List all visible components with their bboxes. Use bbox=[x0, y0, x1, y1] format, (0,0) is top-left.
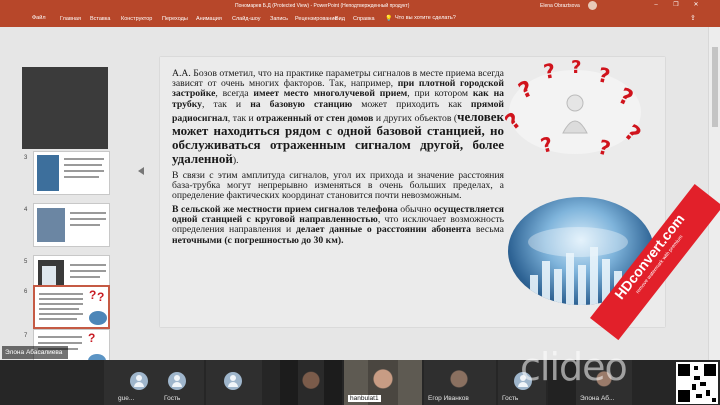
previous-slide-icon[interactable] bbox=[138, 167, 144, 175]
tab-review[interactable]: Рецензирование bbox=[295, 16, 337, 22]
thumb-number: 6 bbox=[24, 289, 28, 295]
user-avatar-icon bbox=[130, 372, 148, 390]
tab-view[interactable]: Вид bbox=[335, 16, 345, 22]
tab-help[interactable]: Справка bbox=[353, 16, 375, 22]
share-icon[interactable]: ⇪ bbox=[690, 14, 696, 22]
participant-video[interactable]: Егор Иванков bbox=[424, 360, 496, 405]
tab-home[interactable]: Главная bbox=[60, 16, 81, 22]
slide-thumbnails-pane[interactable]: 3 4 5 6 ? ? 7 ? bbox=[0, 27, 112, 373]
thumbnail-slide-3[interactable] bbox=[33, 151, 110, 195]
slide-paragraph-3: В сельской же местности прием сигналов т… bbox=[172, 204, 504, 246]
thumb-number: 5 bbox=[24, 259, 28, 265]
tab-file[interactable]: Файл bbox=[32, 15, 46, 21]
text-run: ). bbox=[232, 155, 239, 167]
tab-design[interactable]: Конструктор bbox=[121, 16, 152, 22]
account-name[interactable]: Elena Obraztsova bbox=[540, 3, 580, 9]
question-marks-image: ? ? ? ? ? ? ? ? ? bbox=[505, 57, 645, 157]
thumb-number: 3 bbox=[24, 155, 28, 161]
close-icon[interactable]: ✕ bbox=[692, 2, 700, 9]
window-title: Пономарев Б.Д (Protected View) - PowerPo… bbox=[235, 3, 410, 9]
text-run: , так и bbox=[202, 98, 251, 110]
text-run: может приходить как bbox=[352, 98, 471, 110]
ribbon-tabs: Файл Главная Вставка Конструктор Переход… bbox=[0, 11, 720, 27]
qr-code-icon bbox=[676, 362, 718, 404]
thumb-number: 7 bbox=[24, 333, 28, 339]
clideo-watermark: clideo bbox=[520, 345, 628, 389]
participant-tile[interactable] bbox=[206, 360, 262, 405]
current-slide[interactable]: А.А. Бозов отметил, что на практике пара… bbox=[160, 57, 665, 327]
thumb-number: 4 bbox=[24, 207, 28, 213]
participant-video[interactable] bbox=[280, 360, 342, 405]
svg-text:?: ? bbox=[571, 57, 581, 78]
vertical-scrollbar[interactable] bbox=[708, 27, 720, 360]
slide-text: А.А. Бозов отметил, что на практике пара… bbox=[172, 68, 504, 246]
slide-paragraph-2: В связи с этим амплитуда сигналов, угол … bbox=[172, 169, 504, 201]
lightbulb-icon: 💡 bbox=[385, 16, 393, 22]
user-avatar-icon bbox=[224, 372, 242, 390]
tab-slideshow[interactable]: Слайд-шоу bbox=[232, 16, 261, 22]
tab-transitions[interactable]: Переходы bbox=[162, 16, 188, 22]
tell-me-field[interactable]: Что вы хотите сделать? bbox=[395, 15, 456, 21]
restore-icon[interactable]: ❐ bbox=[672, 2, 680, 9]
presenter-webcam bbox=[22, 67, 108, 149]
tab-insert[interactable]: Вставка bbox=[90, 16, 110, 22]
text-run: на базовую станцию bbox=[250, 98, 353, 110]
minimize-icon[interactable]: – bbox=[652, 2, 660, 9]
participant-tile[interactable]: gue... bbox=[104, 360, 160, 405]
user-avatar-icon[interactable] bbox=[588, 1, 597, 10]
text-run: весьма bbox=[471, 224, 504, 236]
text-run: неточными (с погрешностью до 30 км). bbox=[172, 234, 344, 246]
thumbnail-slide-6[interactable]: ? ? bbox=[33, 285, 110, 329]
thumbnail-slide-4[interactable] bbox=[33, 203, 110, 247]
tab-animation[interactable]: Анимация bbox=[196, 16, 222, 22]
user-avatar-icon bbox=[168, 372, 186, 390]
participant-video[interactable]: hanbulat1 bbox=[344, 360, 422, 405]
tab-record[interactable]: Запись bbox=[270, 16, 288, 22]
slide-paragraph-1: А.А. Бозов отметил, что на практике пара… bbox=[172, 68, 504, 167]
participant-tile[interactable]: Гость bbox=[160, 360, 204, 405]
title-bar: Пономарев Б.Д (Protected View) - PowerPo… bbox=[0, 0, 720, 11]
active-speaker-label: Элона Абасалиева bbox=[2, 346, 68, 359]
